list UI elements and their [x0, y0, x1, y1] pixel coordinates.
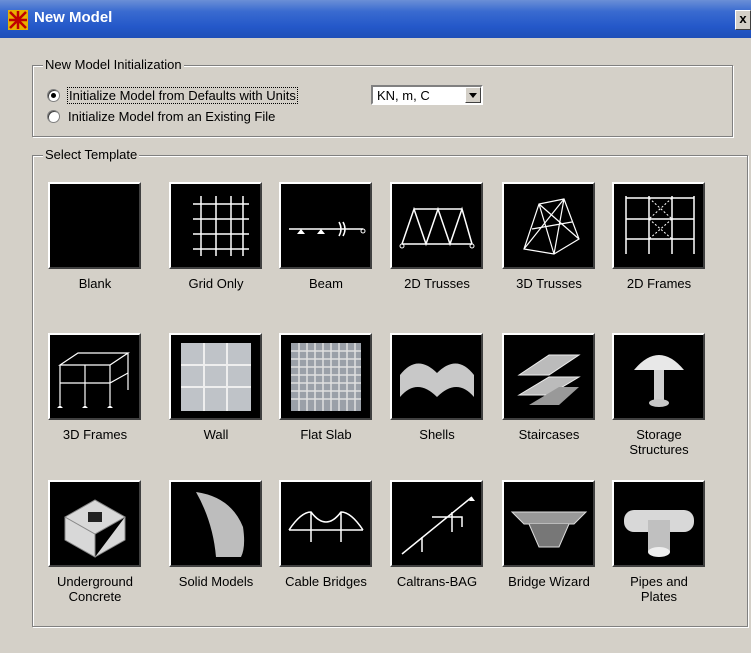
option-existing[interactable]: Initialize Model from an Existing File [47, 107, 275, 125]
template-label: Cable Bridges [285, 574, 367, 589]
template-cable-bridge[interactable] [279, 480, 372, 567]
template-pipes[interactable] [612, 480, 705, 567]
template-label: Bridge Wizard [508, 574, 590, 589]
template-label: 2D Trusses [404, 276, 470, 291]
frame-3d-icon [57, 352, 130, 408]
option-defaults[interactable]: Initialize Model from Defaults with Unit… [47, 86, 298, 104]
template-label: 3D Trusses [516, 276, 582, 291]
template-label: Blank [78, 276, 112, 291]
close-button[interactable]: x [735, 10, 751, 30]
caltrans-icon [401, 496, 475, 555]
defaults-radio[interactable] [47, 88, 60, 102]
template-group-legend: Select Template [43, 147, 140, 162]
flat-slab-icon [291, 343, 361, 411]
template-label: Pipes and Plates [630, 574, 688, 604]
template-caltrans[interactable] [390, 480, 483, 567]
template-label: Staircases [518, 427, 580, 442]
solid-icon [196, 492, 245, 557]
cable-bridge-icon [288, 511, 364, 542]
template-label: Flat Slab [300, 427, 352, 442]
option-existing-label: Initialize Model from an Existing File [68, 108, 276, 124]
template-label: Solid Models [178, 574, 254, 589]
template-label: Wall [203, 427, 229, 442]
title-bar: New Model x [0, 0, 751, 38]
grid-icon [193, 196, 249, 256]
template-label: 3D Frames [62, 427, 128, 442]
template-staircase[interactable] [502, 333, 595, 420]
template-blank[interactable] [48, 182, 141, 269]
template-label: Grid Only [188, 276, 244, 291]
template-label: Underground Concrete [57, 574, 133, 604]
option-defaults-label: Initialize Model from Defaults with Unit… [67, 86, 298, 104]
bridge-wizard-icon [510, 511, 588, 548]
pipes-icon [624, 510, 694, 557]
template-wall[interactable] [169, 333, 262, 420]
template-solid[interactable] [169, 480, 262, 567]
shells-icon [400, 363, 474, 397]
chevron-down-icon[interactable] [465, 87, 481, 103]
existing-radio[interactable] [47, 109, 60, 123]
storage-icon [634, 355, 684, 407]
staircase-icon [517, 354, 581, 405]
truss-3d-icon [523, 198, 580, 255]
beam-icon [289, 221, 366, 237]
blank-icon [50, 184, 139, 267]
template-label: Shells [419, 427, 455, 442]
frame-2d-icon [625, 196, 695, 254]
dialog-body: New Model Initialization Initialize Mode… [16, 45, 749, 647]
template-truss-3d[interactable] [502, 182, 595, 269]
units-value: KN, m, C [377, 88, 430, 103]
wall-icon [181, 343, 251, 411]
template-shells[interactable] [390, 333, 483, 420]
template-underground[interactable] [48, 480, 141, 567]
close-icon: x [739, 11, 747, 26]
template-label: Caltrans-BAG [396, 574, 478, 589]
template-storage[interactable] [612, 333, 705, 420]
template-label: 2D Frames [626, 276, 692, 291]
template-grid[interactable] [169, 182, 262, 269]
template-bridge-wizard[interactable] [502, 480, 595, 567]
template-beam[interactable] [279, 182, 372, 269]
template-flat-slab[interactable] [279, 333, 372, 420]
template-label: Beam [309, 276, 343, 291]
units-select[interactable]: KN, m, C [371, 85, 483, 105]
template-truss-2d[interactable] [390, 182, 483, 269]
init-group-legend: New Model Initialization [43, 57, 184, 72]
truss-2d-icon [399, 206, 475, 249]
template-label: Storage Structures [629, 427, 689, 457]
template-frame-2d[interactable] [612, 182, 705, 269]
window-title: New Model [34, 9, 113, 26]
underground-icon [63, 499, 127, 558]
template-frame-3d[interactable] [48, 333, 141, 420]
app-icon [8, 10, 28, 30]
